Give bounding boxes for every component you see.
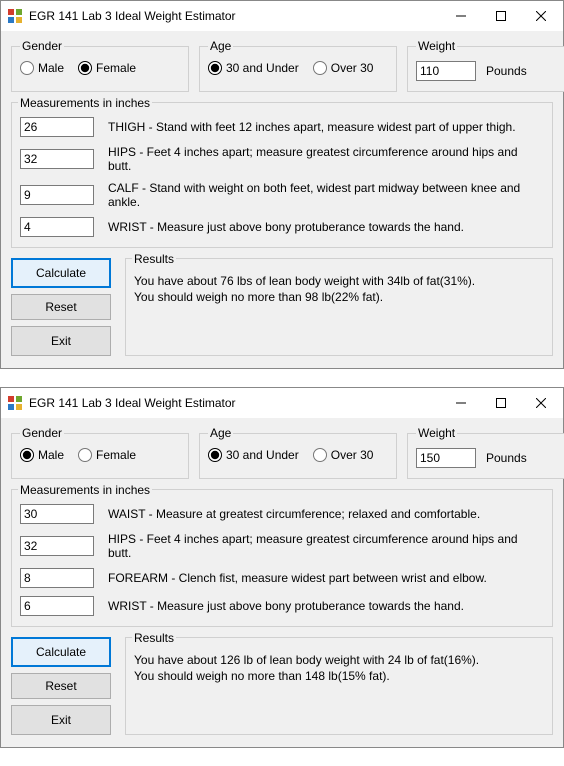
calf-input[interactable]	[20, 185, 94, 205]
results-line-1: You have about 76 lbs of lean body weigh…	[134, 273, 544, 289]
hips-desc: HIPS - Feet 4 inches apart; measure grea…	[108, 145, 544, 173]
age-over-option[interactable]: Over 30	[313, 448, 374, 462]
measurement-row: CALF - Stand with weight on both feet, w…	[20, 181, 544, 209]
calculate-button[interactable]: Calculate	[11, 637, 111, 667]
gender-female-radio[interactable]	[78, 448, 92, 462]
measurement-row: HIPS - Feet 4 inches apart; measure grea…	[20, 145, 544, 173]
gender-female-label: Female	[96, 448, 136, 462]
measurements-legend: Measurements in inches	[18, 96, 152, 110]
measurements-group: Measurements in inches WAIST - Measure a…	[11, 489, 553, 627]
thigh-desc: THIGH - Stand with feet 12 inches apart,…	[108, 120, 516, 134]
gender-male-option[interactable]: Male	[20, 448, 64, 462]
waist-input[interactable]	[20, 504, 94, 524]
window-title: EGR 141 Lab 3 Ideal Weight Estimator	[29, 396, 441, 410]
age-under-option[interactable]: 30 and Under	[208, 448, 299, 462]
weight-input[interactable]	[416, 61, 476, 81]
results-line-2: You should weigh no more than 98 lb(22% …	[134, 289, 544, 305]
close-button[interactable]	[521, 2, 561, 30]
age-legend: Age	[208, 39, 233, 53]
window-1: EGR 141 Lab 3 Ideal Weight Estimator Gen…	[0, 0, 564, 369]
age-group: Age 30 and Under Over 30	[199, 426, 397, 479]
gender-female-option[interactable]: Female	[78, 448, 136, 462]
hips-input[interactable]	[20, 536, 94, 556]
results-group: Results You have about 76 lbs of lean bo…	[125, 258, 553, 356]
age-over-label: Over 30	[331, 61, 374, 75]
weight-group: Weight Pounds	[407, 39, 564, 92]
gender-male-label: Male	[38, 61, 64, 75]
titlebar: EGR 141 Lab 3 Ideal Weight Estimator	[1, 388, 563, 418]
wrist-input[interactable]	[20, 217, 94, 237]
exit-button[interactable]: Exit	[11, 326, 111, 356]
maximize-button[interactable]	[481, 2, 521, 30]
measurement-row: WRIST - Measure just above bony protuber…	[20, 596, 544, 616]
age-under-radio[interactable]	[208, 448, 222, 462]
gender-female-label: Female	[96, 61, 136, 75]
forearm-input[interactable]	[20, 568, 94, 588]
reset-button[interactable]: Reset	[11, 294, 111, 320]
forearm-desc: FOREARM - Clench fist, measure widest pa…	[108, 571, 487, 585]
wrist-desc: WRIST - Measure just above bony protuber…	[108, 220, 464, 234]
age-legend: Age	[208, 426, 233, 440]
results-legend: Results	[132, 631, 176, 645]
age-over-option[interactable]: Over 30	[313, 61, 374, 75]
wrist-desc: WRIST - Measure just above bony protuber…	[108, 599, 464, 613]
age-under-label: 30 and Under	[226, 61, 299, 75]
gender-male-radio[interactable]	[20, 61, 34, 75]
wrist-input[interactable]	[20, 596, 94, 616]
waist-desc: WAIST - Measure at greatest circumferenc…	[108, 507, 480, 521]
app-icon	[7, 395, 23, 411]
titlebar: EGR 141 Lab 3 Ideal Weight Estimator	[1, 1, 563, 31]
exit-button[interactable]: Exit	[11, 705, 111, 735]
age-group: Age 30 and Under Over 30	[199, 39, 397, 92]
age-over-radio[interactable]	[313, 61, 327, 75]
app-icon	[7, 8, 23, 24]
age-over-radio[interactable]	[313, 448, 327, 462]
gender-group: Gender Male Female	[11, 426, 189, 479]
window-2: EGR 141 Lab 3 Ideal Weight Estimator Gen…	[0, 387, 564, 748]
measurement-row: THIGH - Stand with feet 12 inches apart,…	[20, 117, 544, 137]
gender-male-radio[interactable]	[20, 448, 34, 462]
hips-desc: HIPS - Feet 4 inches apart; measure grea…	[108, 532, 544, 560]
measurements-group: Measurements in inches THIGH - Stand wit…	[11, 102, 553, 248]
gender-female-option[interactable]: Female	[78, 61, 136, 75]
gender-female-radio[interactable]	[78, 61, 92, 75]
hips-input[interactable]	[20, 149, 94, 169]
measurement-row: WRIST - Measure just above bony protuber…	[20, 217, 544, 237]
age-under-option[interactable]: 30 and Under	[208, 61, 299, 75]
window-title: EGR 141 Lab 3 Ideal Weight Estimator	[29, 9, 441, 23]
measurement-row: HIPS - Feet 4 inches apart; measure grea…	[20, 532, 544, 560]
reset-button[interactable]: Reset	[11, 673, 111, 699]
weight-legend: Weight	[416, 426, 457, 440]
measurement-row: WAIST - Measure at greatest circumferenc…	[20, 504, 544, 524]
minimize-button[interactable]	[441, 2, 481, 30]
results-legend: Results	[132, 252, 176, 266]
results-line-1: You have about 126 lb of lean body weigh…	[134, 652, 544, 668]
gender-legend: Gender	[20, 426, 64, 440]
minimize-button[interactable]	[441, 389, 481, 417]
gender-male-label: Male	[38, 448, 64, 462]
gender-legend: Gender	[20, 39, 64, 53]
age-under-radio[interactable]	[208, 61, 222, 75]
weight-group: Weight Pounds	[407, 426, 564, 479]
gender-male-option[interactable]: Male	[20, 61, 64, 75]
thigh-input[interactable]	[20, 117, 94, 137]
weight-units: Pounds	[486, 451, 527, 465]
weight-input[interactable]	[416, 448, 476, 468]
measurement-row: FOREARM - Clench fist, measure widest pa…	[20, 568, 544, 588]
age-over-label: Over 30	[331, 448, 374, 462]
maximize-button[interactable]	[481, 389, 521, 417]
gender-group: Gender Male Female	[11, 39, 189, 92]
close-button[interactable]	[521, 389, 561, 417]
weight-legend: Weight	[416, 39, 457, 53]
measurements-legend: Measurements in inches	[18, 483, 152, 497]
results-line-2: You should weigh no more than 148 lb(15%…	[134, 668, 544, 684]
results-group: Results You have about 126 lb of lean bo…	[125, 637, 553, 735]
calculate-button[interactable]: Calculate	[11, 258, 111, 288]
weight-units: Pounds	[486, 64, 527, 78]
age-under-label: 30 and Under	[226, 448, 299, 462]
calf-desc: CALF - Stand with weight on both feet, w…	[108, 181, 544, 209]
